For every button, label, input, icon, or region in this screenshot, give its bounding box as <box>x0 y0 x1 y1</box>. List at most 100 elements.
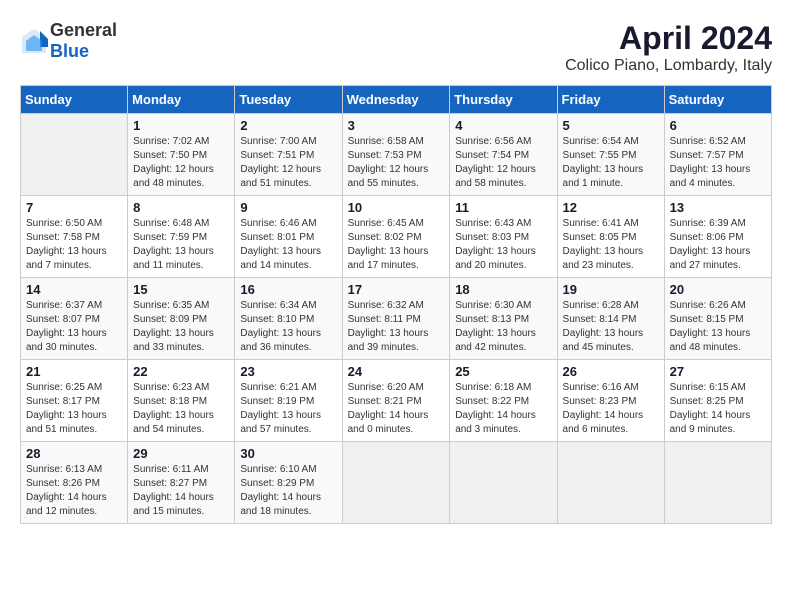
header: General Blue April 2024 Colico Piano, Lo… <box>20 20 772 75</box>
day-number: 14 <box>26 282 122 297</box>
week-row-5: 28 Sunrise: 6:13 AMSunset: 8:26 PMDayligh… <box>21 442 772 524</box>
day-number: 15 <box>133 282 229 297</box>
day-detail: Sunrise: 6:48 AMSunset: 7:59 PMDaylight:… <box>133 217 229 273</box>
day-number: 7 <box>26 200 122 215</box>
day-detail: Sunrise: 6:10 AMSunset: 8:29 PMDaylight:… <box>240 463 336 519</box>
day-number: 19 <box>563 282 659 297</box>
calendar-cell <box>21 114 128 196</box>
day-detail: Sunrise: 6:39 AMSunset: 8:06 PMDaylight:… <box>670 217 766 273</box>
calendar-cell: 19Sunrise: 6:28 AMSunset: 8:14 PMDayligh… <box>557 278 664 360</box>
day-number: 26 <box>563 364 659 379</box>
calendar-cell <box>450 442 557 524</box>
calendar-cell: 12 Sunrise: 6:41 AMSunset: 8:05 PMDayligh… <box>557 196 664 278</box>
calendar-cell: 13 Sunrise: 6:39 AMSunset: 8:06 PMDayligh… <box>664 196 771 278</box>
calendar-table: SundayMondayTuesdayWednesdayThursdayFrid… <box>20 85 772 524</box>
day-detail: Sunrise: 6:45 AMSunset: 8:02 PMDaylight:… <box>348 217 445 273</box>
day-number: 5 <box>563 118 659 133</box>
weekday-header-row: SundayMondayTuesdayWednesdayThursdayFrid… <box>21 86 772 114</box>
weekday-header-friday: Friday <box>557 86 664 114</box>
week-row-2: 7 Sunrise: 6:50 AMSunset: 7:58 PMDaylight… <box>21 196 772 278</box>
day-number: 12 <box>563 200 659 215</box>
weekday-header-thursday: Thursday <box>450 86 557 114</box>
calendar-cell: 27Sunrise: 6:15 AMSunset: 8:25 PMDayligh… <box>664 360 771 442</box>
calendar-cell: 9 Sunrise: 6:46 AMSunset: 8:01 PMDaylight… <box>235 196 342 278</box>
day-detail: Sunrise: 6:23 AMSunset: 8:18 PMDaylight:… <box>133 381 229 437</box>
calendar-cell: 18 Sunrise: 6:30 AMSunset: 8:13 PMDayligh… <box>450 278 557 360</box>
weekday-header-saturday: Saturday <box>664 86 771 114</box>
day-number: 3 <box>348 118 445 133</box>
day-number: 25 <box>455 364 551 379</box>
title-area: April 2024 Colico Piano, Lombardy, Italy <box>565 20 772 75</box>
calendar-cell: 23Sunrise: 6:21 AMSunset: 8:19 PMDayligh… <box>235 360 342 442</box>
week-row-4: 21Sunrise: 6:25 AMSunset: 8:17 PMDayligh… <box>21 360 772 442</box>
logo-general: General <box>50 20 117 40</box>
main-title: April 2024 <box>565 20 772 57</box>
calendar-cell <box>342 442 450 524</box>
day-number: 2 <box>240 118 336 133</box>
calendar-cell: 8 Sunrise: 6:48 AMSunset: 7:59 PMDaylight… <box>128 196 235 278</box>
day-detail: Sunrise: 6:18 AMSunset: 8:22 PMDaylight:… <box>455 381 551 437</box>
day-number: 8 <box>133 200 229 215</box>
day-detail: Sunrise: 6:50 AMSunset: 7:58 PMDaylight:… <box>26 217 122 273</box>
day-number: 27 <box>670 364 766 379</box>
day-number: 18 <box>455 282 551 297</box>
day-detail: Sunrise: 7:02 AMSunset: 7:50 PMDaylight:… <box>133 135 229 191</box>
day-number: 10 <box>348 200 445 215</box>
day-detail: Sunrise: 6:30 AMSunset: 8:13 PMDaylight:… <box>455 299 551 355</box>
day-number: 9 <box>240 200 336 215</box>
calendar-cell: 24Sunrise: 6:20 AMSunset: 8:21 PMDayligh… <box>342 360 450 442</box>
day-number: 20 <box>670 282 766 297</box>
day-detail: Sunrise: 6:35 AMSunset: 8:09 PMDaylight:… <box>133 299 229 355</box>
logo: General Blue <box>20 20 117 62</box>
day-number: 30 <box>240 446 336 461</box>
calendar-cell: 16Sunrise: 6:34 AMSunset: 8:10 PMDayligh… <box>235 278 342 360</box>
subtitle: Colico Piano, Lombardy, Italy <box>565 57 772 75</box>
logo-icon <box>20 27 48 55</box>
day-number: 4 <box>455 118 551 133</box>
day-detail: Sunrise: 6:13 AMSunset: 8:26 PMDaylight:… <box>26 463 122 519</box>
day-number: 21 <box>26 364 122 379</box>
week-row-1: 1Sunrise: 7:02 AMSunset: 7:50 PMDaylight… <box>21 114 772 196</box>
day-detail: Sunrise: 6:46 AMSunset: 8:01 PMDaylight:… <box>240 217 336 273</box>
day-detail: Sunrise: 6:32 AMSunset: 8:11 PMDaylight:… <box>348 299 445 355</box>
day-number: 24 <box>348 364 445 379</box>
weekday-header-sunday: Sunday <box>21 86 128 114</box>
day-detail: Sunrise: 6:16 AMSunset: 8:23 PMDaylight:… <box>563 381 659 437</box>
day-detail: Sunrise: 6:11 AMSunset: 8:27 PMDaylight:… <box>133 463 229 519</box>
calendar-cell: 29 Sunrise: 6:11 AMSunset: 8:27 PMDayligh… <box>128 442 235 524</box>
day-number: 17 <box>348 282 445 297</box>
day-number: 29 <box>133 446 229 461</box>
day-detail: Sunrise: 6:41 AMSunset: 8:05 PMDaylight:… <box>563 217 659 273</box>
calendar-cell: 11Sunrise: 6:43 AMSunset: 8:03 PMDayligh… <box>450 196 557 278</box>
calendar-cell: 15 Sunrise: 6:35 AMSunset: 8:09 PMDayligh… <box>128 278 235 360</box>
day-detail: Sunrise: 6:34 AMSunset: 8:10 PMDaylight:… <box>240 299 336 355</box>
logo-blue: Blue <box>50 41 89 61</box>
calendar-cell: 7 Sunrise: 6:50 AMSunset: 7:58 PMDaylight… <box>21 196 128 278</box>
day-detail: Sunrise: 7:00 AMSunset: 7:51 PMDaylight:… <box>240 135 336 191</box>
day-detail: Sunrise: 6:56 AMSunset: 7:54 PMDaylight:… <box>455 135 551 191</box>
calendar-cell: 22Sunrise: 6:23 AMSunset: 8:18 PMDayligh… <box>128 360 235 442</box>
calendar-cell: 3 Sunrise: 6:58 AMSunset: 7:53 PMDaylight… <box>342 114 450 196</box>
week-row-3: 14 Sunrise: 6:37 AMSunset: 8:07 PMDayligh… <box>21 278 772 360</box>
calendar-cell: 10 Sunrise: 6:45 AMSunset: 8:02 PMDayligh… <box>342 196 450 278</box>
weekday-header-wednesday: Wednesday <box>342 86 450 114</box>
day-detail: Sunrise: 6:52 AMSunset: 7:57 PMDaylight:… <box>670 135 766 191</box>
calendar-cell: 2 Sunrise: 7:00 AMSunset: 7:51 PMDaylight… <box>235 114 342 196</box>
calendar-cell: 26 Sunrise: 6:16 AMSunset: 8:23 PMDayligh… <box>557 360 664 442</box>
calendar-cell: 28 Sunrise: 6:13 AMSunset: 8:26 PMDayligh… <box>21 442 128 524</box>
day-number: 13 <box>670 200 766 215</box>
day-detail: Sunrise: 6:26 AMSunset: 8:15 PMDaylight:… <box>670 299 766 355</box>
calendar-cell: 5Sunrise: 6:54 AMSunset: 7:55 PMDaylight… <box>557 114 664 196</box>
calendar-cell: 21Sunrise: 6:25 AMSunset: 8:17 PMDayligh… <box>21 360 128 442</box>
day-number: 6 <box>670 118 766 133</box>
day-number: 11 <box>455 200 551 215</box>
calendar-cell: 4 Sunrise: 6:56 AMSunset: 7:54 PMDaylight… <box>450 114 557 196</box>
day-detail: Sunrise: 6:58 AMSunset: 7:53 PMDaylight:… <box>348 135 445 191</box>
calendar-cell <box>664 442 771 524</box>
calendar-cell: 20 Sunrise: 6:26 AMSunset: 8:15 PMDayligh… <box>664 278 771 360</box>
day-number: 23 <box>240 364 336 379</box>
calendar-cell <box>557 442 664 524</box>
day-detail: Sunrise: 6:37 AMSunset: 8:07 PMDaylight:… <box>26 299 122 355</box>
day-number: 28 <box>26 446 122 461</box>
calendar-cell: 25 Sunrise: 6:18 AMSunset: 8:22 PMDayligh… <box>450 360 557 442</box>
